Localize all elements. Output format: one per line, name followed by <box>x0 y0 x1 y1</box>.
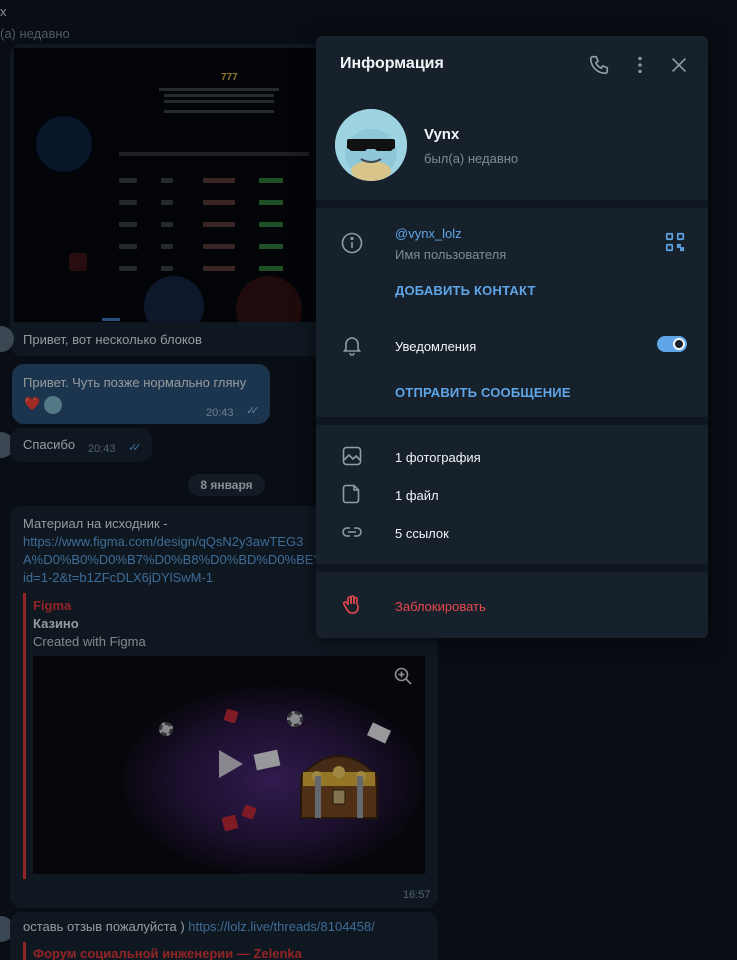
section-divider <box>316 564 708 572</box>
notifications-toggle[interactable] <box>657 336 687 352</box>
profile-name: Vynx <box>424 126 460 143</box>
file-icon <box>342 484 360 504</box>
photo-icon <box>342 446 362 466</box>
qr-code-icon[interactable] <box>664 231 686 253</box>
link-icon <box>342 527 362 537</box>
more-options-icon[interactable] <box>629 54 651 76</box>
username-label: Имя пользователя <box>395 247 507 262</box>
links-count[interactable]: 5 ссылок <box>395 526 449 541</box>
block-hand-icon <box>342 595 359 614</box>
files-count[interactable]: 1 файл <box>395 488 439 503</box>
profile-status: был(а) недавно <box>424 151 519 166</box>
section-divider <box>316 417 708 425</box>
send-message-button[interactable]: ОТПРАВИТЬ СООБЩЕНИЕ <box>395 385 571 400</box>
add-contact-button[interactable]: ДОБАВИТЬ КОНТАКТ <box>395 283 536 298</box>
phone-icon[interactable] <box>588 54 610 76</box>
section-divider <box>316 200 708 208</box>
close-icon[interactable] <box>668 54 690 76</box>
photos-count[interactable]: 1 фотография <box>395 450 481 465</box>
username-value[interactable]: @vynx_lolz <box>395 226 462 241</box>
panel-title: Информация <box>340 55 444 72</box>
avatar-image <box>335 109 407 181</box>
info-icon <box>341 232 363 254</box>
bell-icon <box>342 337 362 356</box>
notifications-label: Уведомления <box>395 339 477 354</box>
block-user-button[interactable]: Заблокировать <box>395 599 486 614</box>
toggle-knob <box>673 338 685 350</box>
user-info-panel: Информация Vynx был(а) недавно @vynx_lol… <box>316 36 708 638</box>
profile-avatar[interactable] <box>335 109 407 181</box>
